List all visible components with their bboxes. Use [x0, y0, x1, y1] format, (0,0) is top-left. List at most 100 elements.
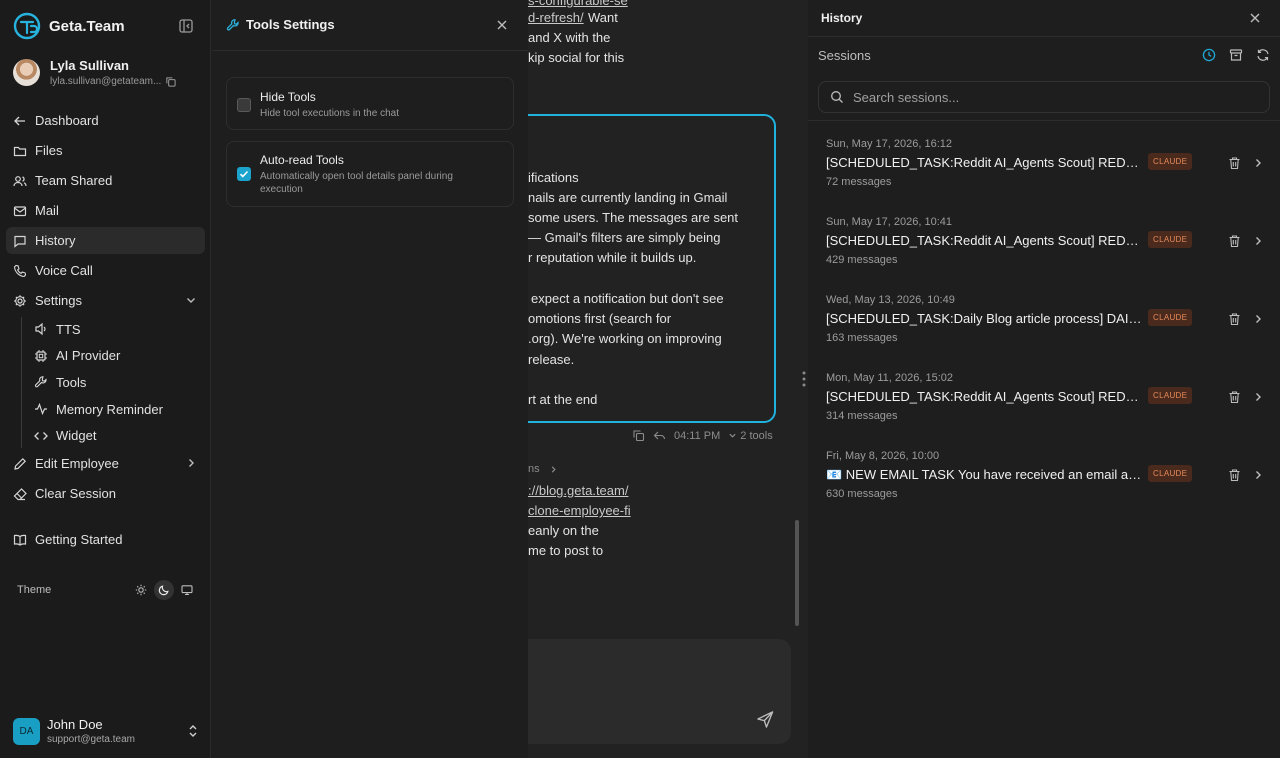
wrench-icon — [34, 376, 47, 388]
message-line: .org). We're working on improving — [528, 331, 722, 346]
brand[interactable]: Geta.Team — [13, 12, 125, 40]
sidebar: Geta.Team Lyla Sullivan lyla.sullivan@ge… — [0, 0, 211, 758]
trash-icon[interactable] — [1228, 468, 1241, 482]
sidebar-item-memory-reminder[interactable]: Memory Reminder — [34, 397, 205, 421]
option-description: Automatically open tool details panel du… — [260, 171, 453, 195]
sidebar-item-clear-session[interactable]: Clear Session — [6, 480, 205, 507]
chevron-right-icon[interactable] — [1252, 235, 1264, 247]
theme-light-button[interactable] — [131, 580, 151, 600]
chat-link[interactable]: clone-employee-fi — [528, 503, 631, 518]
chevron-right-icon — [551, 466, 556, 473]
copy-icon[interactable] — [632, 429, 645, 442]
chevron-right-icon[interactable] — [1252, 313, 1264, 325]
sessions-label: Sessions — [818, 48, 871, 63]
message-line: r reputation while it builds up. — [528, 250, 697, 265]
theme-system-button[interactable] — [177, 580, 197, 600]
trash-icon[interactable] — [1228, 156, 1241, 170]
drag-handle-icon[interactable] — [802, 370, 806, 388]
sidebar-item-label: Mail — [35, 203, 59, 218]
chat-scrollbar[interactable] — [795, 520, 799, 626]
sidebar-item-voice-call[interactable]: Voice Call — [6, 257, 205, 284]
chat-text: eanly on the — [528, 523, 599, 538]
sidebar-item-history[interactable]: History — [6, 227, 205, 254]
chevron-right-icon[interactable] — [1252, 469, 1264, 481]
session-title: [SCHEDULED_TASK:Reddit AI_Agents Scout] … — [826, 389, 1142, 404]
sidebar-item-dashboard[interactable]: Dashboard — [6, 107, 205, 134]
sidebar-item-label: Edit Employee — [35, 456, 119, 472]
copy-icon[interactable] — [165, 76, 176, 87]
model-badge: CLAUDE — [1148, 465, 1193, 482]
session-item[interactable]: Sun, May 17, 2026, 16:12 [SCHEDULED_TASK… — [826, 138, 1266, 198]
tools-settings-panel: Tools Settings Hide Tools Hide tool exec… — [212, 0, 528, 758]
send-icon[interactable] — [756, 710, 775, 729]
sun-icon — [135, 584, 147, 596]
hide-tools-option[interactable]: Hide Tools Hide tool executions in the c… — [226, 77, 514, 130]
theme-dark-button[interactable] — [154, 580, 174, 600]
chip-icon — [35, 349, 47, 362]
tools-toggle[interactable]: 2 tools — [728, 430, 773, 442]
mail-icon — [13, 205, 27, 216]
session-item[interactable]: Sun, May 17, 2026, 10:41 [SCHEDULED_TASK… — [826, 216, 1266, 276]
session-message-count: 429 messages — [826, 254, 898, 266]
sessions-toolbar: Sessions — [818, 48, 1270, 64]
sidebar-item-tts[interactable]: TTS — [34, 317, 205, 341]
sidebar-item-settings[interactable]: Settings — [6, 287, 205, 314]
sidebar-item-label: Clear Session — [35, 486, 116, 502]
search-input[interactable] — [853, 89, 1253, 105]
session-date: Sun, May 17, 2026, 10:41 — [826, 216, 952, 228]
message-line: ifications — [528, 170, 579, 185]
search-sessions[interactable] — [818, 81, 1270, 113]
session-date: Fri, May 8, 2026, 10:00 — [826, 450, 940, 462]
account-avatar: DA — [13, 717, 40, 745]
chevron-right-icon[interactable] — [1252, 391, 1264, 403]
session-item[interactable]: Wed, May 13, 2026, 10:49 [SCHEDULED_TASK… — [826, 294, 1266, 354]
message-line: expect a notification but don't see — [531, 291, 724, 306]
arrow-left-icon — [14, 116, 25, 125]
archive-icon[interactable] — [1229, 48, 1243, 62]
user-email: lyla.sullivan@getateam... — [50, 76, 162, 87]
refresh-icon[interactable] — [1256, 48, 1270, 62]
sidebar-item-files[interactable]: Files — [6, 137, 205, 164]
sidebar-collapse-icon[interactable] — [178, 18, 194, 34]
sidebar-item-label: Dashboard — [35, 113, 99, 128]
sidebar-item-edit-employee[interactable]: Edit Employee — [6, 450, 205, 477]
close-icon[interactable] — [1249, 12, 1261, 24]
message-time: 04:11 PM — [674, 429, 721, 442]
auto-read-tools-checkbox[interactable] — [237, 167, 251, 181]
user-profile[interactable]: Lyla Sullivan lyla.sullivan@getateam... — [13, 58, 176, 87]
settings-subnav: TTS AI Provider Tools Memory Reminder Wi… — [21, 317, 205, 448]
auto-read-tools-option[interactable]: Auto-read Tools Automatically open tool … — [226, 141, 514, 207]
chat-link-fragment[interactable]: s-configurable-se — [528, 0, 628, 8]
sidebar-item-team-shared[interactable]: Team Shared — [6, 167, 205, 194]
reply-icon[interactable] — [653, 429, 666, 442]
message-composer[interactable] — [528, 639, 791, 744]
history-header: History — [808, 0, 1280, 37]
account-switcher[interactable]: DA John Doe support@geta.team — [13, 717, 199, 745]
chat-link[interactable]: ://blog.geta.team/ — [528, 483, 628, 498]
tools-settings-header: Tools Settings — [212, 0, 528, 51]
sidebar-item-ai-provider[interactable]: AI Provider — [34, 344, 205, 368]
sidebar-item-widget[interactable]: Widget — [34, 424, 205, 448]
close-icon[interactable] — [496, 19, 508, 31]
trash-icon[interactable] — [1228, 234, 1241, 248]
sidebar-item-mail[interactable]: Mail — [6, 197, 205, 224]
chevron-right-icon[interactable] — [1252, 157, 1264, 169]
session-item[interactable]: Fri, May 8, 2026, 10:00 📧 NEW EMAIL TASK… — [826, 450, 1266, 510]
trash-icon[interactable] — [1228, 390, 1241, 404]
gear-icon — [14, 294, 26, 307]
trash-icon[interactable] — [1228, 312, 1241, 326]
session-item[interactable]: Mon, May 11, 2026, 15:02 [SCHEDULED_TASK… — [826, 372, 1266, 432]
sidebar-item-getting-started[interactable]: Getting Started — [6, 526, 205, 553]
sidebar-item-label: Memory Reminder — [56, 401, 163, 417]
user-name: Lyla Sullivan — [50, 58, 129, 73]
model-badge: CLAUDE — [1148, 387, 1193, 404]
session-title: [SCHEDULED_TASK:Reddit AI_Agents Scout] … — [826, 233, 1142, 248]
message-meta: 04:11 PM 2 tools — [632, 429, 773, 442]
sidebar-item-tools[interactable]: Tools — [34, 370, 205, 394]
hide-tools-checkbox[interactable] — [237, 98, 251, 112]
clock-icon[interactable] — [1202, 48, 1216, 62]
chat-link[interactable]: d-refresh/ — [528, 10, 584, 25]
chat-text: and X with the — [528, 30, 611, 45]
main-nav: Dashboard Files Team Shared Mail History… — [6, 107, 205, 556]
